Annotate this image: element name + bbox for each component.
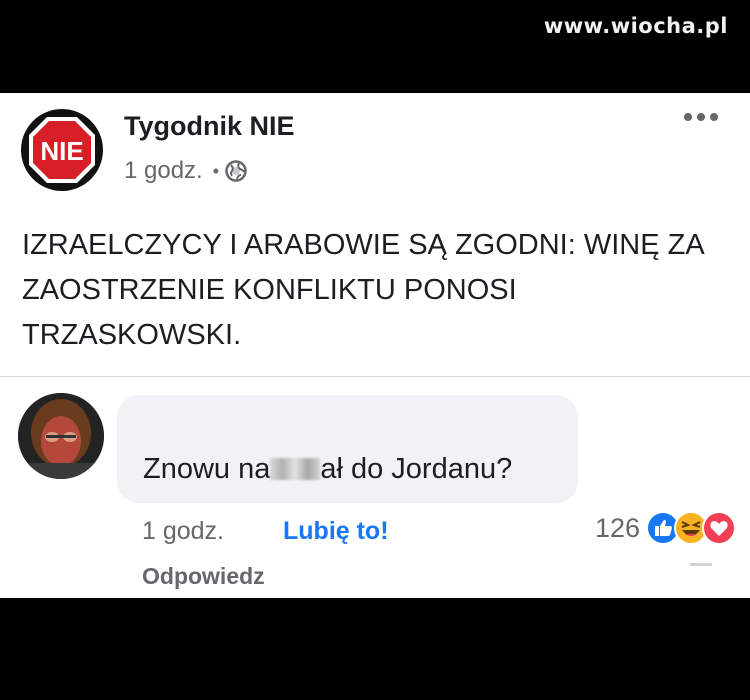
- commenter-avatar[interactable]: [18, 393, 104, 479]
- watermark: www.wiocha.pl: [543, 14, 728, 38]
- comment-text-end: ał do Jordanu?: [320, 453, 513, 485]
- page-name[interactable]: Tygodnik NIE: [124, 111, 295, 142]
- page-avatar-stop-sign-icon[interactable]: NIE: [20, 108, 104, 192]
- post-text: IZRAELCZYCY I ARABOWIE SĄ ZGODNI: WINĘ Z…: [22, 229, 704, 351]
- post-meta: 1 godz. •: [124, 157, 247, 185]
- more-options-icon[interactable]: [684, 113, 718, 121]
- comment-time[interactable]: 1 godz.: [142, 517, 224, 546]
- comment: Znowu na ał do Jordanu? 1 godz. Lubię to!…: [0, 377, 750, 598]
- corner-mark: [690, 563, 712, 566]
- censored-blur: [270, 458, 321, 480]
- post: NIE Tygodnik NIE 1 godz. • IZRAELCZYCY I…: [0, 93, 750, 376]
- comment-text-start: Znowu na: [143, 453, 271, 485]
- meta-separator: •: [212, 160, 220, 181]
- comment-bubble: Znowu na ał do Jordanu?: [117, 395, 578, 503]
- globe-icon[interactable]: [225, 160, 247, 182]
- logo-text: NIE: [40, 136, 83, 166]
- post-time[interactable]: 1 godz.: [124, 157, 203, 185]
- reaction-count: 126: [594, 512, 640, 543]
- reply-button[interactable]: Odpowiedz: [142, 563, 265, 590]
- reactions-summary[interactable]: 126: [595, 511, 736, 545]
- love-icon: [702, 511, 736, 545]
- comment-text: Znowu na ał do Jordanu?: [143, 453, 512, 486]
- facebook-post-card: NIE Tygodnik NIE 1 godz. • IZRAELCZYCY I…: [0, 93, 750, 598]
- like-button[interactable]: Lubię to!: [283, 517, 389, 546]
